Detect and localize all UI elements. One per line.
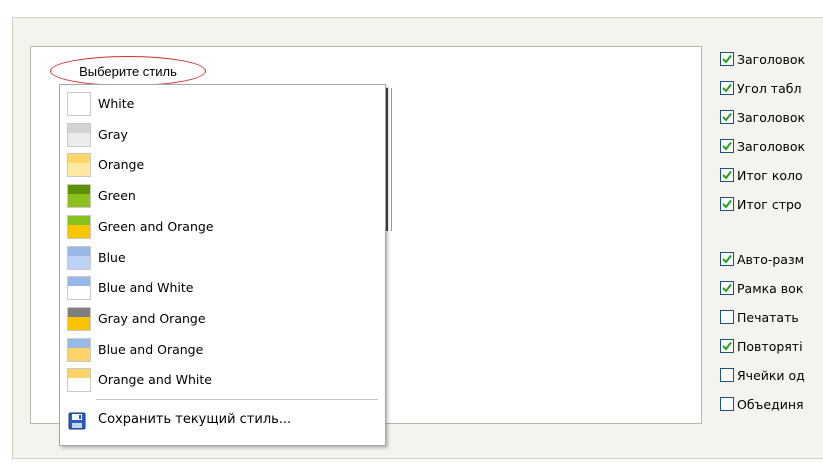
checkbox-checked[interactable]: [720, 52, 734, 66]
report-options-checklist: Заголовок Угол табл Заголовок Заголовок Итог…: [720, 49, 823, 459]
checkbox-checked[interactable]: [720, 281, 734, 295]
style-option-label: Gray: [98, 126, 128, 142]
style-option-orange[interactable]: Orange: [62, 150, 383, 180]
checkbox-checked[interactable]: [720, 81, 734, 95]
checkmark-icon: [722, 254, 732, 264]
style-option-label: Green and Orange: [98, 218, 214, 234]
checkbox-unchecked[interactable]: [720, 368, 734, 382]
style-option-blue-and-white[interactable]: Blue and White: [62, 273, 383, 303]
style-swatch-icon: [67, 153, 91, 178]
style-option-label: Blue and Orange: [98, 341, 204, 357]
checkbox-checked[interactable]: [720, 339, 734, 353]
option-row[interactable]: Повторяті: [720, 336, 823, 356]
select-style-label[interactable]: Выберите стиль: [50, 56, 206, 86]
option-label: Угол табл: [737, 80, 802, 96]
option-label: Заголовок: [737, 51, 806, 67]
checkmark-icon: [722, 283, 732, 293]
option-label: Авто-разм: [737, 251, 805, 267]
option-row[interactable]: Заголовок: [720, 107, 823, 127]
style-option-label: Gray and Orange: [98, 310, 206, 326]
option-label: Ячейки од: [737, 367, 805, 383]
save-current-style-label: Сохранить текущий стиль...: [98, 412, 292, 427]
checkmark-icon: [722, 54, 732, 64]
checkmark-icon: [722, 141, 732, 151]
checkbox-checked[interactable]: [720, 252, 734, 266]
option-row[interactable]: Печатать: [720, 307, 823, 327]
style-option-label: Orange: [98, 157, 145, 173]
style-swatch-icon: [67, 368, 91, 393]
checkmark-icon: [722, 83, 732, 93]
option-label: Объединя: [737, 396, 804, 412]
option-label: Итог коло: [737, 167, 803, 183]
style-option-gray-and-orange[interactable]: Gray and Orange: [62, 304, 383, 334]
save-disk-icon: [68, 412, 86, 430]
style-option-label: White: [98, 96, 135, 111]
option-row[interactable]: Авто-разм: [720, 249, 823, 269]
option-row[interactable]: Угол табл: [720, 78, 823, 98]
style-option-green-and-orange[interactable]: Green and Orange: [62, 212, 383, 242]
style-swatch-icon: [67, 214, 91, 239]
option-label: Печатать: [737, 309, 799, 325]
checkbox-unchecked[interactable]: [720, 310, 734, 324]
option-row[interactable]: Заголовок: [720, 136, 823, 156]
style-option-gray[interactable]: Gray: [62, 120, 383, 150]
select-style-label-text: Выберите стиль: [79, 63, 177, 79]
style-option-label: Green: [98, 188, 136, 204]
style-swatch-icon: [67, 245, 91, 270]
style-swatch-icon: [67, 337, 91, 362]
checkmark-icon: [722, 341, 732, 351]
dialog-window: Выберите стиль White Gray Orange Green Green…: [0, 0, 823, 473]
option-row[interactable]: Рамка вок: [720, 278, 823, 298]
checkbox-unchecked[interactable]: [720, 397, 734, 411]
style-dropdown-menu: White Gray Orange Green Green and Orange Blue…: [59, 84, 386, 446]
style-option-blue[interactable]: Blue: [62, 243, 383, 273]
save-current-style-item[interactable]: Сохранить текущий стиль...: [62, 406, 383, 436]
checkbox-checked[interactable]: [720, 168, 734, 182]
style-option-label: Blue and White: [98, 280, 194, 296]
style-swatch-icon: [67, 184, 91, 209]
option-row[interactable]: Объединя: [720, 394, 823, 414]
style-option-blue-and-orange[interactable]: Blue and Orange: [62, 335, 383, 365]
checkmark-icon: [722, 112, 732, 122]
style-swatch-icon: [67, 122, 91, 147]
style-option-green[interactable]: Green: [62, 181, 383, 211]
checkbox-checked[interactable]: [720, 139, 734, 153]
checkmark-icon: [722, 199, 732, 209]
option-label: Повторяті: [737, 338, 803, 354]
style-option-orange-and-white[interactable]: Orange and White: [62, 365, 383, 395]
checkbox-checked[interactable]: [720, 110, 734, 124]
checkmark-icon: [722, 170, 732, 180]
style-swatch-icon: [67, 92, 91, 116]
option-label: Рамка вок: [737, 280, 804, 296]
option-label: Итог стро: [737, 196, 802, 212]
checkbox-checked[interactable]: [720, 197, 734, 211]
preview-grid-edge: [386, 88, 392, 231]
option-row[interactable]: Итог стро: [720, 194, 823, 214]
option-row[interactable]: Заголовок: [720, 49, 823, 69]
style-option-white[interactable]: White: [62, 89, 383, 119]
option-label: Заголовок: [737, 138, 806, 154]
style-swatch-icon: [67, 306, 91, 331]
menu-separator: [96, 399, 378, 400]
style-option-label: Blue: [98, 249, 126, 265]
option-label: Заголовок: [737, 109, 806, 125]
style-option-label: Orange and White: [98, 372, 212, 388]
style-swatch-icon: [67, 276, 91, 301]
option-row[interactable]: Ячейки од: [720, 365, 823, 385]
option-row[interactable]: Итог коло: [720, 165, 823, 185]
